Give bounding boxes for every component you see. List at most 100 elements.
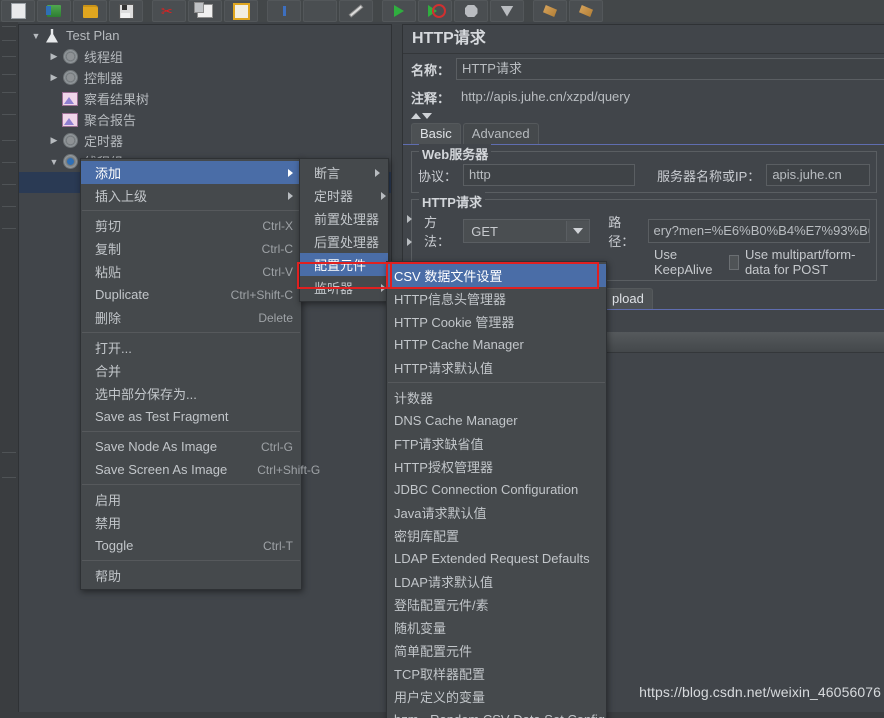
menu-item-menu3-12[interactable]: LDAP Extended Request Defaults — [387, 547, 606, 570]
chevron-right-icon[interactable]: ▶ — [47, 72, 61, 83]
menu-item-menu2-0[interactable]: 断言 — [300, 161, 388, 184]
menu-item-menu2-4[interactable]: 配置元件 — [300, 253, 400, 276]
menu-item-menu3-6[interactable]: DNS Cache Manager — [387, 409, 606, 432]
name-input[interactable]: HTTP请求 — [456, 58, 884, 80]
menu-item-menu1-2[interactable]: 剪切 Ctrl-X — [81, 214, 301, 237]
menu-item-menu3-4[interactable]: HTTP请求默认值 — [387, 356, 606, 379]
menu-item-menu3-8[interactable]: HTTP授权管理器 — [387, 455, 606, 478]
menu-item-menu1-15[interactable]: Toggle Ctrl-T — [81, 534, 301, 557]
menu-item-menu1-11[interactable]: Save Node As Image Ctrl-G — [81, 435, 301, 458]
menu-item-menu2-5[interactable]: 监听器 — [300, 276, 388, 299]
config-element-submenu[interactable]: CSV 数据文件设置 HTTP信息头管理器 HTTP Cookie 管理器 HTTP … — [386, 261, 607, 718]
tab-advanced[interactable]: Advanced — [462, 123, 539, 144]
menu-item-menu2-3[interactable]: 后置处理器 — [300, 230, 413, 253]
menu-item-menu3-10[interactable]: Java请求默认值 — [387, 501, 606, 524]
templates-button[interactable] — [37, 0, 71, 22]
clear-button[interactable] — [533, 0, 567, 22]
tree-node-5[interactable]: ▶ 定时器 — [19, 130, 391, 151]
menu-item-menu1-7[interactable]: 打开... — [81, 336, 301, 359]
start-button[interactable] — [382, 0, 416, 22]
menu-item-menu3-16[interactable]: 简单配置元件 — [387, 639, 606, 662]
menu-item-menu1-9[interactable]: 选中部分保存为... — [81, 382, 301, 405]
tab-file-upload[interactable]: pload — [603, 288, 653, 309]
paste-button[interactable] — [224, 0, 258, 22]
server-name-input[interactable]: apis.juhe.cn — [766, 164, 870, 186]
toggle-button[interactable] — [339, 0, 373, 22]
tree-node-1[interactable]: ▶ 线程组 — [19, 46, 391, 67]
open-button[interactable] — [73, 0, 107, 22]
menu-item-menu2-1[interactable]: 定时器 — [300, 184, 388, 207]
menu-item-menu1-1[interactable]: 插入上级 — [81, 184, 301, 207]
cut-button[interactable]: ✂ — [152, 0, 186, 22]
save-button[interactable] — [109, 0, 143, 22]
http-request-group-title: HTTP请求 — [419, 192, 485, 211]
caret-up-icon[interactable] — [411, 113, 421, 119]
menu-item-menu1-5[interactable]: Duplicate Ctrl+Shift-C — [81, 283, 301, 306]
menu-item-menu3-5[interactable]: 计数器 — [387, 386, 606, 409]
keepalive-label[interactable]: Use KeepAlive — [654, 247, 713, 277]
menu-item-menu1-6[interactable]: 删除 Delete — [81, 306, 301, 329]
menu-item-label: HTTP请求默认值 — [394, 361, 493, 376]
menu-item-label: FTP请求缺省值 — [394, 437, 484, 452]
tree-node-4[interactable]: 聚合报告 — [19, 109, 391, 130]
menu-item-menu3-15[interactable]: 随机变量 — [387, 616, 606, 639]
multipart-checkbox[interactable] — [728, 254, 739, 270]
multipart-label[interactable]: Use multipart/form-data for POST — [745, 247, 870, 277]
jmeter-window: ✂ ▼ Test Plan ▶ 线程组 ▶ 控制器 察看结果树 聚合报告 ▶ 定… — [0, 0, 884, 718]
caret-down-icon[interactable] — [422, 113, 432, 119]
menu-item-menu3-11[interactable]: 密钥库配置 — [387, 524, 606, 547]
chevron-down-icon[interactable]: ▼ — [47, 157, 61, 167]
chevron-right-icon[interactable]: ▶ — [47, 135, 61, 146]
paste-icon — [232, 2, 250, 20]
menu-item-menu1-10[interactable]: Save as Test Fragment — [81, 405, 301, 428]
menu-item-menu3-19[interactable]: bzm - Random CSV Data Set Config — [387, 708, 606, 718]
menu-item-menu1-4[interactable]: 粘贴 Ctrl-V — [81, 260, 301, 283]
menu-item-menu1-8[interactable]: 合并 — [81, 359, 301, 382]
comment-input[interactable]: http://apis.juhe.cn/xzpd/query — [456, 87, 884, 107]
tree-node-0[interactable]: ▼ Test Plan — [19, 25, 391, 46]
tree-node-label: 控制器 — [84, 71, 124, 86]
protocol-input[interactable]: http — [463, 164, 636, 186]
tree-context-menu[interactable]: 添加 插入上级剪切 Ctrl-X 复制 Ctrl-C 粘贴 Ctrl-V Duplicate C… — [80, 158, 320, 590]
menu-item-menu3-0[interactable]: CSV 数据文件设置 — [387, 264, 606, 287]
menu-item-menu2-2[interactable]: 前置处理器 — [300, 207, 413, 230]
path-label: 路径： — [608, 215, 635, 249]
collapse-button[interactable] — [303, 0, 337, 22]
menu-item-menu3-2[interactable]: HTTP Cookie 管理器 — [387, 310, 606, 333]
tab-basic[interactable]: Basic — [411, 123, 461, 144]
menu-item-menu1-12[interactable]: Save Screen As Image Ctrl+Shift-G — [81, 458, 320, 481]
method-select[interactable]: GET — [463, 219, 591, 243]
chevron-right-icon[interactable]: ▶ — [47, 51, 61, 62]
clear-all-button[interactable] — [569, 0, 603, 22]
path-input[interactable]: ery?men=%E6%B0%B4%E7%93%B6&wo — [647, 219, 870, 243]
menu-item-menu1-16[interactable]: 帮助 — [81, 564, 301, 587]
scissors-icon: ✂ — [161, 3, 173, 19]
menu-item-menu3-9[interactable]: JDBC Connection Configuration — [387, 478, 606, 501]
collapse-controls[interactable] — [403, 110, 884, 122]
new-button[interactable] — [1, 0, 35, 22]
menu-item-menu3-7[interactable]: FTP请求缺省值 — [387, 432, 606, 455]
menu-item-menu1-14[interactable]: 禁用 — [81, 511, 301, 534]
menu-item-menu1-0[interactable]: 添加 — [81, 161, 301, 184]
menu-item-menu1-13[interactable]: 启用 — [81, 488, 301, 511]
add-submenu[interactable]: 断言 定时器 前置处理器 后置处理器 配置元件 监听器 — [299, 158, 413, 302]
start-no-pauses-button[interactable] — [418, 0, 452, 22]
expand-button[interactable] — [267, 0, 301, 22]
menu-item-label: 计数器 — [394, 391, 434, 406]
menu-item-menu3-18[interactable]: 用户定义的变量 — [387, 685, 606, 708]
stop-button[interactable] — [454, 0, 488, 22]
menu-item-menu3-3[interactable]: HTTP Cache Manager — [387, 333, 606, 356]
menu-item-menu3-13[interactable]: LDAP请求默认值 — [387, 570, 606, 593]
tree-node-3[interactable]: 察看结果树 — [19, 88, 391, 109]
chevron-down-icon[interactable] — [566, 221, 590, 241]
tree-node-2[interactable]: ▶ 控制器 — [19, 67, 391, 88]
menu-item-menu3-1[interactable]: HTTP信息头管理器 — [387, 287, 606, 310]
copy-button[interactable] — [188, 0, 222, 22]
chevron-down-icon[interactable]: ▼ — [29, 31, 43, 41]
menu-item-accelerator: Delete — [258, 310, 293, 325]
shutdown-button[interactable] — [490, 0, 524, 22]
menu-item-menu3-14[interactable]: 登陆配置元件/素 — [387, 593, 606, 616]
chevron-right-icon — [288, 168, 293, 177]
menu-item-menu3-17[interactable]: TCP取样器配置 — [387, 662, 606, 685]
menu-item-menu1-3[interactable]: 复制 Ctrl-C — [81, 237, 301, 260]
